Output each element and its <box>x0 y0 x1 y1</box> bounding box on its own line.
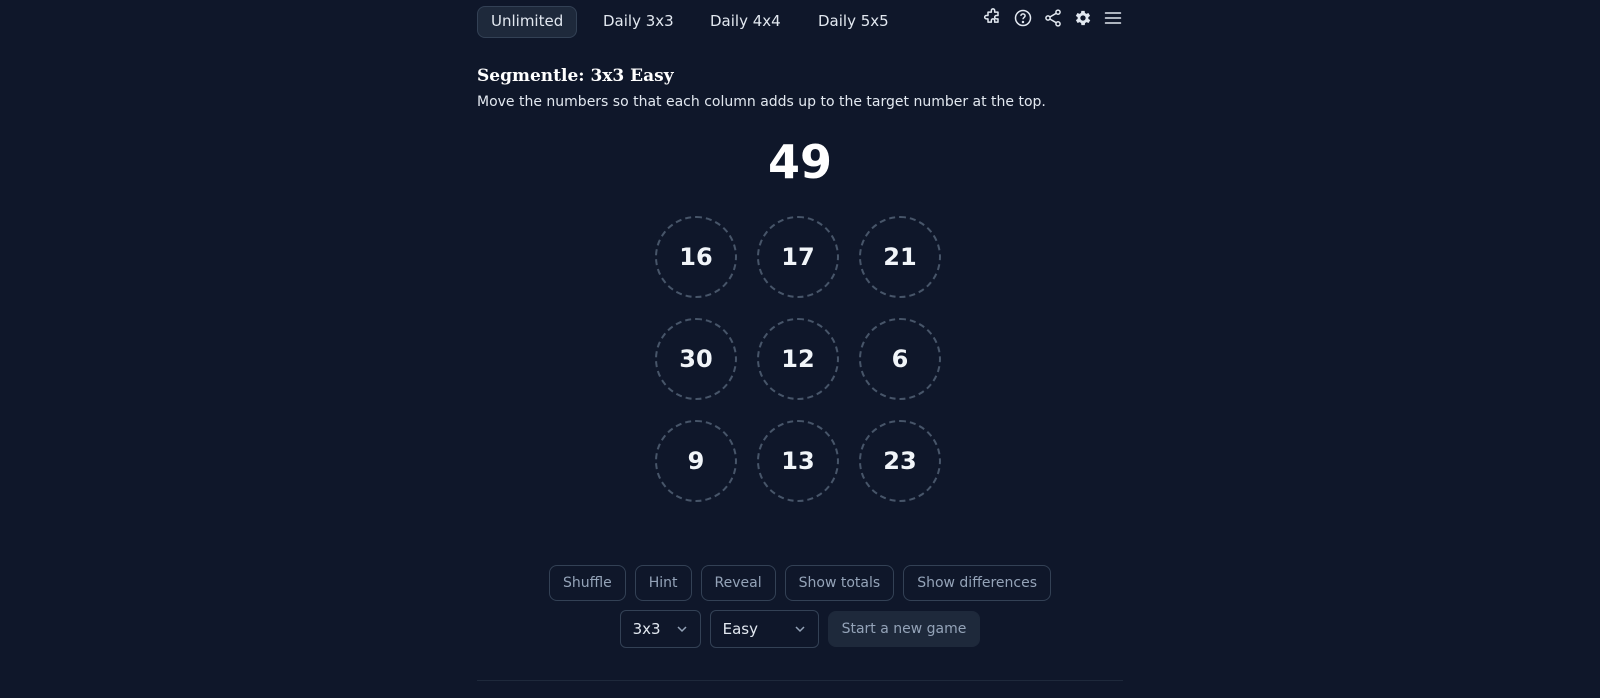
number-tile[interactable]: 17 <box>757 216 839 298</box>
tab-unlimited[interactable]: Unlimited <box>477 6 578 38</box>
number-tile[interactable]: 21 <box>859 216 941 298</box>
hint-button[interactable]: Hint <box>634 565 692 601</box>
help-icon[interactable] <box>1013 8 1033 28</box>
number-grid: 16 17 21 30 12 6 9 13 23 <box>655 216 945 506</box>
target-number: 49 <box>767 135 832 189</box>
chevron-down-icon <box>794 623 806 635</box>
show-totals-button[interactable]: Show totals <box>784 565 895 601</box>
shuffle-button[interactable]: Shuffle <box>548 565 626 601</box>
difficulty-select[interactable]: Easy <box>709 610 819 648</box>
top-nav: Unlimited Daily 3x3 Daily 4x4 Daily 5x5 <box>477 6 1123 38</box>
main-container: Unlimited Daily 3x3 Daily 4x4 Daily 5x5 <box>477 0 1123 698</box>
number-tile[interactable]: 6 <box>859 318 941 400</box>
number-tile[interactable]: 16 <box>655 216 737 298</box>
share-icon[interactable] <box>1043 8 1063 28</box>
difficulty-select-value: Easy <box>722 620 758 638</box>
tab-daily-3x3[interactable]: Daily 3x3 <box>590 6 687 36</box>
gear-icon[interactable] <box>1073 8 1093 28</box>
reveal-button[interactable]: Reveal <box>700 565 776 601</box>
start-new-game-button[interactable]: Start a new game <box>827 611 981 647</box>
number-tile[interactable]: 13 <box>757 420 839 502</box>
puzzle-icon[interactable] <box>983 8 1003 28</box>
tab-daily-5x5[interactable]: Daily 5x5 <box>805 6 902 36</box>
size-select[interactable]: 3x3 <box>619 610 701 648</box>
action-buttons: Shuffle Hint Reveal Show totals Show dif… <box>477 565 1123 601</box>
divider <box>477 680 1123 681</box>
toolbar-icons <box>983 8 1123 32</box>
size-select-value: 3x3 <box>632 620 661 638</box>
menu-icon[interactable] <box>1103 8 1123 28</box>
number-tile[interactable]: 9 <box>655 420 737 502</box>
number-tile[interactable]: 23 <box>859 420 941 502</box>
number-tile[interactable]: 12 <box>757 318 839 400</box>
chevron-down-icon <box>676 623 688 635</box>
new-game-controls: 3x3 Easy Start a new game <box>477 610 1123 648</box>
page-title: Segmentle: 3x3 Easy <box>477 66 674 86</box>
number-tile[interactable]: 30 <box>655 318 737 400</box>
page: Unlimited Daily 3x3 Daily 4x4 Daily 5x5 <box>0 0 1600 698</box>
show-differences-button[interactable]: Show differences <box>903 565 1051 601</box>
tab-daily-4x4[interactable]: Daily 4x4 <box>697 6 794 36</box>
instructions-text: Move the numbers so that each column add… <box>477 94 1046 110</box>
